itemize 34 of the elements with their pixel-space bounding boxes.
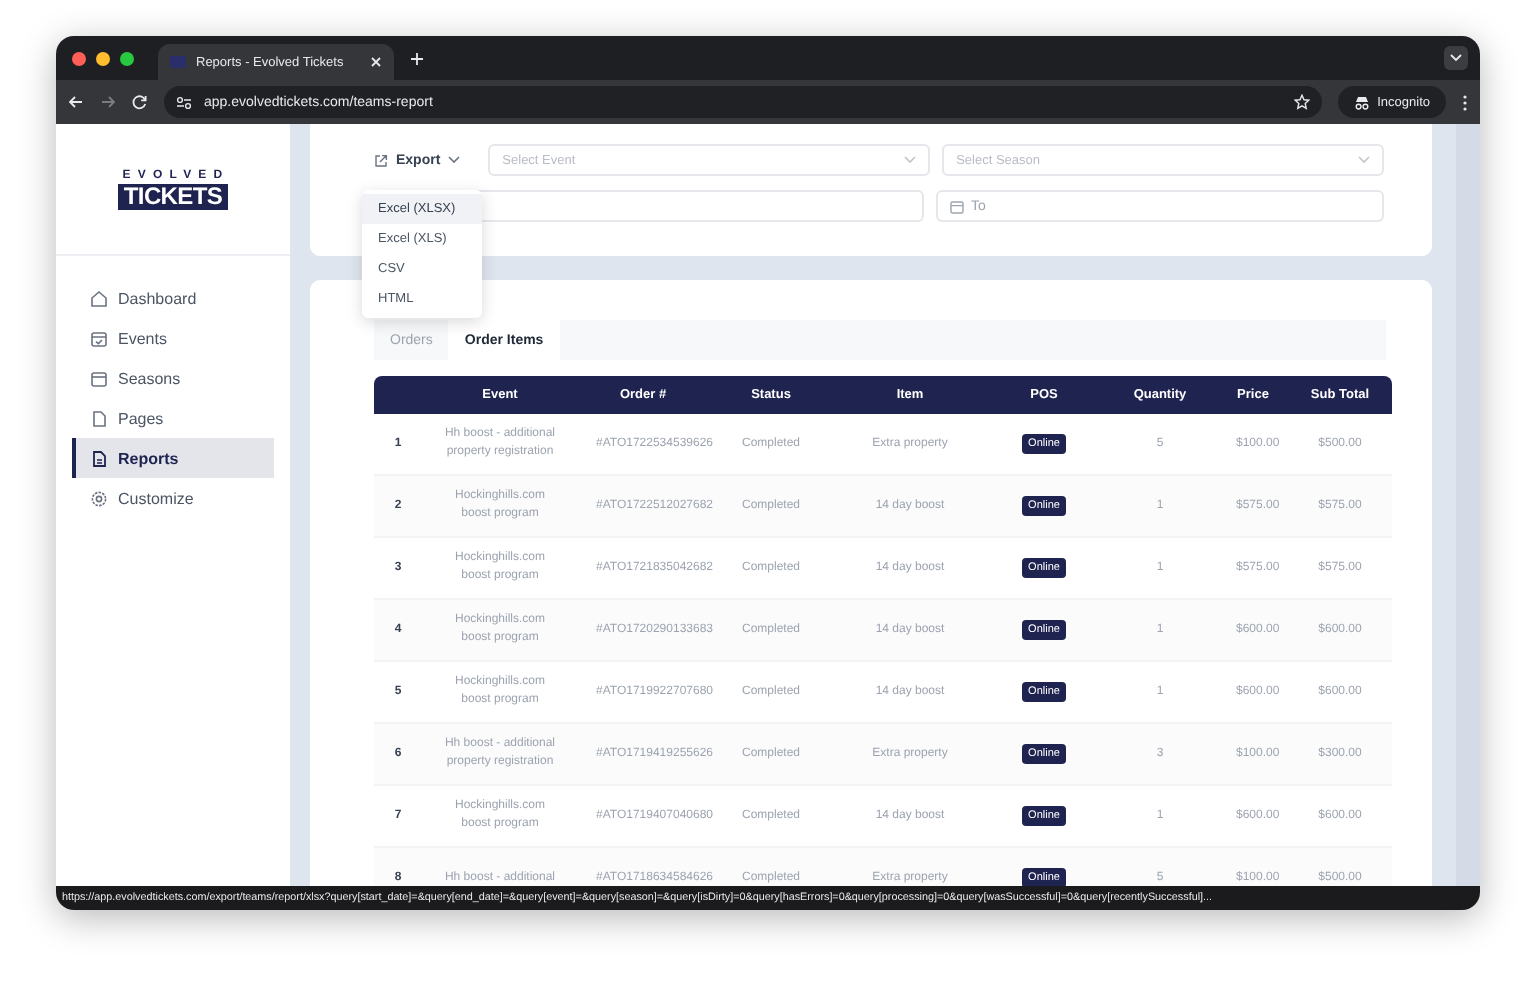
report-document-icon	[90, 449, 108, 467]
document-icon	[90, 409, 108, 427]
calendar-icon	[90, 369, 108, 387]
back-icon[interactable]	[68, 94, 84, 110]
incognito-icon	[1353, 95, 1370, 109]
sidebar-item[interactable]: Seasons	[72, 358, 274, 398]
sidebar-item[interactable]: Events	[72, 318, 274, 358]
chevron-down-icon	[904, 156, 917, 164]
home-icon	[90, 289, 108, 307]
minimize-window-button[interactable]	[96, 51, 110, 65]
chevron-down-icon	[1450, 54, 1462, 62]
sidebar-item[interactable]: Pages	[72, 398, 274, 438]
close-icon[interactable]	[370, 56, 382, 68]
gear-icon	[90, 489, 108, 507]
forward-icon[interactable]	[100, 94, 116, 110]
calendar-check-icon	[90, 329, 108, 347]
maximize-window-button[interactable]	[120, 51, 134, 65]
sidebar-item[interactable]: Dashboard	[72, 278, 274, 318]
sidebar-item[interactable]: Customize	[72, 478, 274, 518]
more-menu-icon[interactable]	[1462, 93, 1468, 111]
tab-search-button[interactable]	[1444, 46, 1468, 70]
favicon-icon	[170, 56, 186, 68]
calendar-icon	[949, 199, 963, 213]
chevron-down-icon	[448, 156, 461, 164]
close-window-button[interactable]	[72, 51, 86, 65]
bookmark-star-icon[interactable]	[1293, 94, 1310, 110]
export-icon	[374, 153, 388, 167]
sidebar-item[interactable]: Reports	[72, 438, 274, 478]
column-header	[374, 376, 422, 414]
chevron-down-icon	[1358, 156, 1371, 164]
reload-icon[interactable]	[132, 94, 148, 110]
new-tab-icon[interactable]	[410, 51, 424, 65]
from-date-field[interactable]	[474, 190, 923, 222]
site-settings-icon[interactable]	[176, 95, 192, 109]
